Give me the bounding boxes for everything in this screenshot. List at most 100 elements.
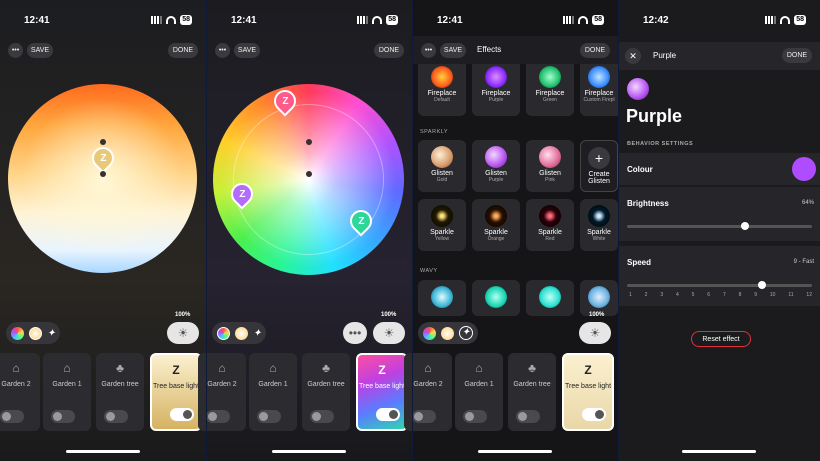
effect-heading: Purple <box>626 106 683 126</box>
brightness-percent: 100% <box>175 312 191 318</box>
toggle[interactable] <box>582 408 606 421</box>
effect-tile[interactable]: Sparkle Yellow <box>418 199 466 251</box>
effect-name: Create Glisten <box>588 171 610 185</box>
light-card[interactable]: ♣ Garden tree <box>302 353 350 431</box>
toggle[interactable] <box>51 410 75 423</box>
slider-knob[interactable] <box>741 222 750 230</box>
light-card-selected[interactable]: Z Tree base light <box>150 353 202 431</box>
done-button[interactable]: DONE <box>782 48 812 63</box>
screenshot: 12:41 58 ••• SAVE DONE Z ✦ 100% ☀ ⌂ Garde… <box>0 0 820 461</box>
light-card[interactable]: ⌂ Garden 2 <box>0 353 40 431</box>
toggle[interactable] <box>206 410 230 423</box>
done-button[interactable]: DONE <box>580 43 610 58</box>
white-temperature-wheel[interactable] <box>8 84 197 273</box>
more-button[interactable]: ••• <box>421 43 436 58</box>
white-mode-icon[interactable] <box>441 326 454 340</box>
tree-icon: ♣ <box>322 361 330 375</box>
toggle[interactable] <box>376 408 400 421</box>
effect-tile[interactable] <box>472 280 520 316</box>
effect-tile[interactable]: Fireplace Purple <box>472 64 520 116</box>
save-button[interactable]: SAVE <box>234 43 260 58</box>
brightness-label: Brightness <box>627 199 669 208</box>
toggle[interactable] <box>310 410 334 423</box>
brightness-slider[interactable] <box>627 222 812 230</box>
done-button[interactable]: DONE <box>168 43 198 58</box>
light-icon: Z <box>584 363 592 377</box>
lamp-icon: ⌂ <box>269 361 277 375</box>
effect-tile[interactable] <box>580 280 618 316</box>
effect-sub: Yellow <box>434 236 450 242</box>
effect-tile[interactable]: Glisten Gold <box>418 140 466 192</box>
brightness-button[interactable]: ☀ <box>167 322 199 344</box>
effect-preview <box>588 205 610 227</box>
effects-icon[interactable]: ✦ <box>47 328 55 339</box>
toggle[interactable] <box>412 410 436 423</box>
save-button[interactable]: SAVE <box>27 43 53 58</box>
white-mode-icon[interactable] <box>29 326 42 340</box>
effect-preview <box>539 286 561 308</box>
colour-row[interactable]: Colour <box>619 153 820 185</box>
effect-tile[interactable] <box>418 280 466 316</box>
effect-tile[interactable]: Sparkle Red <box>526 199 574 251</box>
effect-sub: Red <box>545 236 555 242</box>
wheel-marker <box>306 171 312 177</box>
effect-sub: Orange <box>487 236 505 242</box>
color-mode-icon[interactable] <box>423 326 436 340</box>
effect-preview <box>485 286 507 308</box>
more-button[interactable]: ••• <box>8 43 23 58</box>
light-card-selected[interactable]: Z Tree base light <box>562 353 614 431</box>
light-card[interactable]: ♣ Garden tree <box>508 353 556 431</box>
status-bar: 12:41 58 <box>0 0 206 40</box>
effects-icon[interactable]: ✦ <box>459 326 473 340</box>
plus-icon: + <box>588 147 610 169</box>
colour-swatch[interactable] <box>792 157 816 181</box>
multi-light-icon[interactable]: ••• <box>343 322 367 344</box>
create-glisten-tile[interactable]: + Create Glisten <box>580 140 618 192</box>
effect-tile[interactable] <box>526 280 574 316</box>
wifi-icon <box>166 16 177 24</box>
light-card-selected[interactable]: Z Tree base light <box>356 353 408 431</box>
color-mode-icon[interactable] <box>217 326 230 340</box>
light-card[interactable]: ⌂ Garden 1 <box>43 353 91 431</box>
done-button[interactable]: DONE <box>374 43 404 58</box>
reset-effect-button[interactable]: Reset effect <box>691 331 751 347</box>
toggle[interactable] <box>516 410 540 423</box>
toggle[interactable] <box>0 410 24 423</box>
signal-icon <box>357 16 369 24</box>
effect-sub: Custom Firepl <box>583 97 615 103</box>
color-mode-icon[interactable] <box>11 326 24 340</box>
effect-preview <box>588 66 610 88</box>
light-card[interactable]: ⌂ Garden 1 <box>249 353 297 431</box>
light-card[interactable]: ⌂ Garden 1 <box>455 353 503 431</box>
speed-tick: 4 <box>675 292 679 298</box>
effect-tile[interactable]: Fireplace Custom Firepl <box>580 64 618 116</box>
effect-tile[interactable]: Fireplace Green <box>526 64 574 116</box>
save-button[interactable]: SAVE <box>440 43 466 58</box>
status-icons: 58 <box>765 15 806 25</box>
slider-knob[interactable] <box>757 281 766 289</box>
clock: 12:41 <box>231 15 257 26</box>
effect-sub: Gold <box>436 177 448 183</box>
divider <box>412 0 413 461</box>
toggle[interactable] <box>104 410 128 423</box>
brightness-button[interactable]: ☀ <box>373 322 405 344</box>
toggle[interactable] <box>257 410 281 423</box>
white-mode-icon[interactable] <box>235 326 248 340</box>
toggle[interactable] <box>463 410 487 423</box>
effect-tile[interactable]: Sparkle White <box>580 199 618 251</box>
effect-tile[interactable]: Fireplace Default <box>418 64 466 116</box>
effect-tile[interactable]: Glisten Purple <box>472 140 520 192</box>
effects-icon[interactable]: ✦ <box>253 328 261 339</box>
effect-tile[interactable]: Glisten Pink <box>526 140 574 192</box>
effect-name: Sparkle <box>587 229 611 236</box>
close-icon[interactable]: ✕ <box>625 48 641 64</box>
lamp-icon: ⌂ <box>475 361 483 375</box>
clock: 12:42 <box>643 15 669 26</box>
effect-tile[interactable]: Sparkle Orange <box>472 199 520 251</box>
tree-icon: ♣ <box>116 361 124 375</box>
more-button[interactable]: ••• <box>215 43 230 58</box>
toggle[interactable] <box>170 408 194 421</box>
brightness-button[interactable]: ☀ <box>579 322 611 344</box>
speed-slider[interactable] <box>627 281 812 289</box>
light-card[interactable]: ♣ Garden tree <box>96 353 144 431</box>
